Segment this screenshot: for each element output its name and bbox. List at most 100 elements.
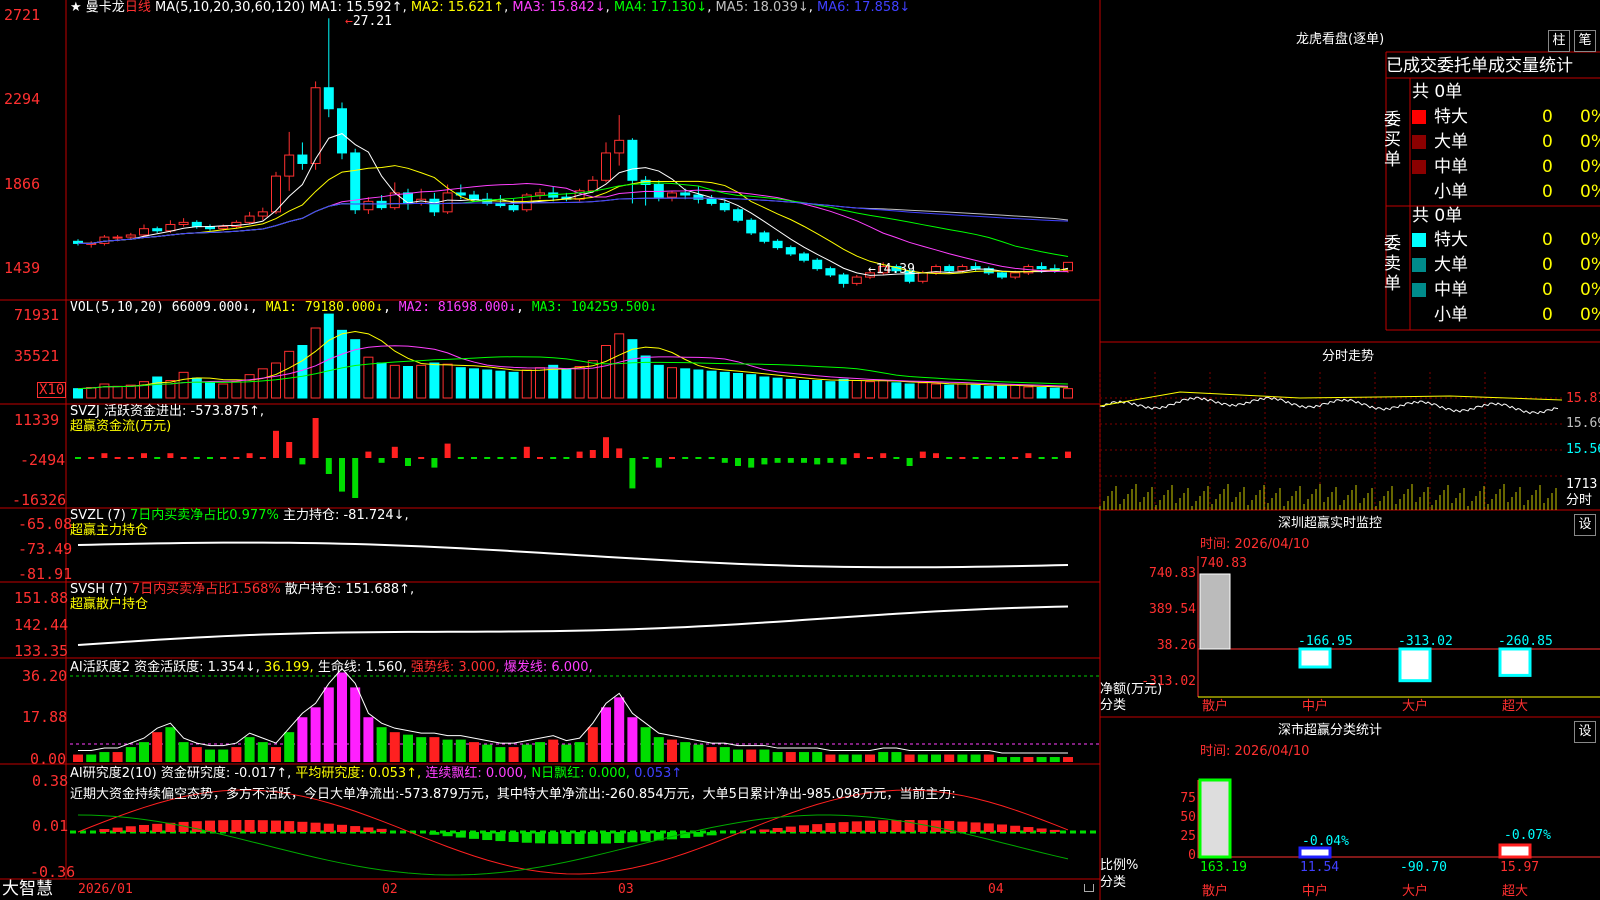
candle-body: [851, 276, 862, 284]
svzj-dash: [193, 457, 200, 459]
ai2-bar: [429, 832, 440, 835]
monitor-bar: [1398, 647, 1432, 683]
monitor-value-2: -313.02: [1398, 634, 1453, 649]
ai1-bar: [1023, 757, 1034, 762]
sell-row-cell: 特大: [1434, 230, 1468, 250]
svzj-dash: [484, 457, 491, 459]
svsh-header: SVSH (7) 7日内买卖净占比1.568% 散户持仓: 151.688↑,: [70, 582, 414, 598]
main-axis-2: 2294: [4, 90, 41, 108]
svzj-bar: [365, 451, 372, 458]
svzj-bar: [801, 458, 807, 463]
ai1-bar: [86, 754, 97, 762]
candle-body: [152, 228, 163, 232]
candle-body: [680, 192, 691, 196]
svzj-dash: [1038, 457, 1045, 459]
ai2-bar: [112, 827, 123, 832]
ai1-bar: [231, 747, 242, 762]
volume-bar: [495, 370, 506, 399]
classify-category: 散户: [1202, 884, 1229, 899]
volume-bar: [1010, 384, 1021, 399]
ma-line: [78, 133, 1069, 276]
monitor-category: 中户: [1302, 699, 1329, 714]
ai1-bar: [917, 754, 928, 762]
candle-body: [970, 266, 981, 270]
ai1-bar: [508, 747, 519, 762]
ai1-bar: [587, 727, 598, 762]
main-axis-4: 1439: [4, 259, 41, 277]
ai1-bar: [521, 744, 532, 762]
volume-bar: [812, 380, 823, 399]
ai2-bar: [693, 832, 704, 837]
ai2-b: 平均研究度: 0.053↑,: [295, 766, 422, 781]
ai2-bar: [271, 820, 281, 832]
svzj-bar: [523, 446, 530, 458]
svzj-bar: [101, 453, 108, 458]
svzj-dash: [259, 457, 266, 459]
ai1-bar: [746, 749, 757, 762]
sell-row-cell: 0: [1542, 255, 1553, 275]
classify-settings-button[interactable]: 设: [1574, 721, 1596, 743]
svzj-bar: [629, 458, 636, 489]
volume-bar: [785, 378, 796, 399]
volume-bar: [970, 384, 981, 399]
ai2-bar: [601, 832, 611, 844]
date-label-2: 03: [618, 882, 634, 897]
star-icon[interactable]: ★: [70, 0, 82, 15]
ma-line: [78, 165, 1069, 275]
ai1-bar: [416, 737, 427, 762]
monitor-axis-3: 38.26: [1156, 638, 1196, 653]
buy-row-cell: 中单: [1434, 157, 1468, 177]
ai2-bar: [521, 832, 532, 843]
classify-time: 时间: 2026/04/10: [1200, 744, 1310, 759]
ai2-bar: [257, 820, 268, 832]
tick-mode-button[interactable]: 笔: [1574, 30, 1596, 52]
svzj-sub: 超赢资金流(万元): [70, 419, 172, 434]
svzj-bar: [167, 453, 174, 458]
candle-body: [231, 221, 242, 228]
classify-xlabel: 分类: [1100, 875, 1127, 890]
volume-bar: [152, 376, 163, 399]
fenshi-axis-2: 15.69: [1566, 416, 1600, 431]
ai1-bar: [337, 672, 347, 762]
monitor-axis-1: 740.83: [1149, 566, 1196, 581]
ai1-bar: [257, 742, 268, 762]
svzj-bar: [444, 443, 451, 458]
svzj-dash: [708, 457, 715, 459]
classify-bar: [1498, 843, 1532, 859]
svzj-dash: [471, 457, 477, 459]
lock-icon[interactable]: [1084, 884, 1094, 892]
ai2-bar: [1023, 827, 1034, 832]
ai1-bar: [403, 734, 413, 762]
volume-bar: [1049, 387, 1060, 399]
svsh-ratio: 7日内买卖净占比1.568%: [131, 582, 281, 597]
ai1-bar: [838, 754, 849, 762]
volume-bar: [376, 362, 387, 399]
ai1-bar: [653, 737, 664, 762]
ai1-bar: [983, 754, 994, 762]
svzj-dash: [1012, 457, 1019, 459]
ai2-bar: [495, 832, 506, 842]
ai1-bar: [640, 727, 651, 762]
bar-mode-button[interactable]: 柱: [1548, 30, 1570, 52]
vol-header: VOL(5,10,20) 66009.000↓, MA1: 79180.000↓…: [70, 300, 658, 315]
sell-row-cell: 0%: [1580, 255, 1600, 275]
ai1-bar: [178, 742, 189, 762]
buy-row-cell: 0%: [1580, 182, 1600, 202]
ai1-e: 爆发线: 6.000,: [503, 660, 593, 675]
volume-bar: [997, 385, 1007, 399]
ai1-bar: [997, 757, 1007, 762]
candle-body: [1010, 272, 1021, 278]
svzj-dash: [959, 457, 966, 459]
ai1-bar: [389, 732, 400, 762]
ai1-bar: [112, 752, 123, 762]
svsh-axis-3: 133.35: [14, 642, 69, 660]
svzj-bar: [246, 453, 253, 458]
svzj-bar: [906, 458, 913, 466]
volume-bar: [851, 380, 862, 399]
sell-orders-label: 委卖单: [1384, 234, 1401, 294]
ai2-bar: [812, 824, 823, 832]
svzj-dash: [642, 457, 649, 459]
classify-value-1: 11.54: [1300, 860, 1340, 875]
monitor-settings-button[interactable]: 设: [1574, 514, 1596, 536]
ai2-bar: [970, 822, 981, 832]
